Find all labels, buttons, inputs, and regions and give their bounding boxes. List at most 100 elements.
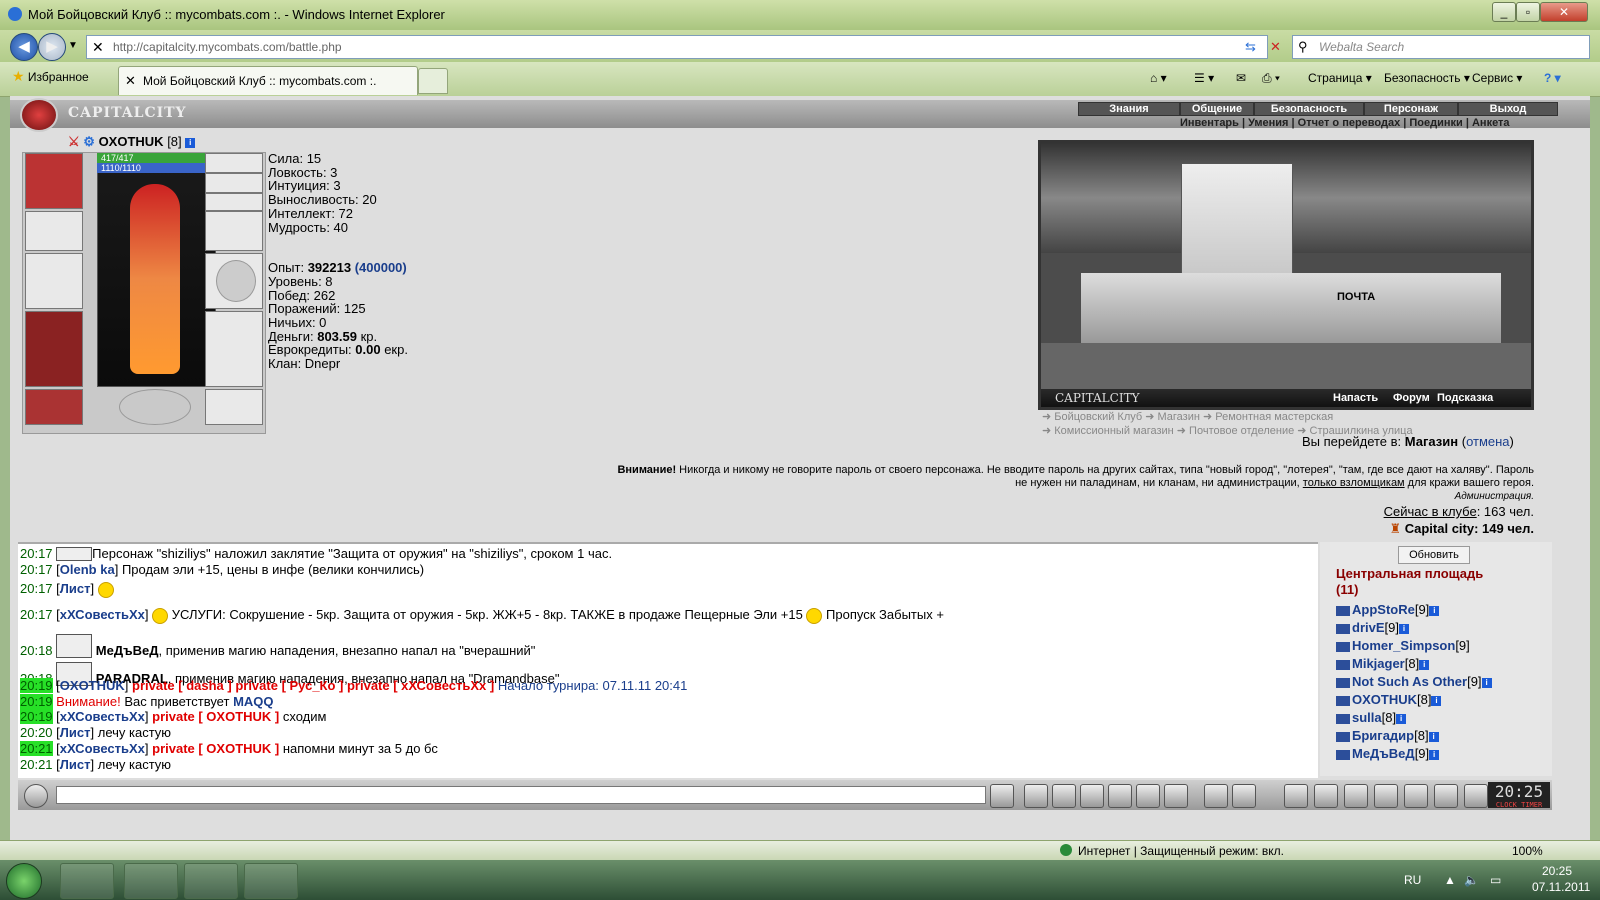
maximize-button[interactable]: ▫	[1516, 2, 1540, 22]
character-name[interactable]: ⚔ ⚙ OXOTHUK [8] i	[68, 134, 196, 150]
refresh-icon[interactable]: ⇆	[1245, 39, 1256, 55]
map-link-attack[interactable]: Напасть	[1333, 392, 1378, 404]
mail-icon[interactable]: ✉	[1236, 71, 1246, 85]
helmet-slot[interactable]	[25, 153, 83, 209]
translit-icon[interactable]	[1136, 784, 1160, 808]
club-online-link[interactable]: Сейчас в клубе	[1384, 504, 1477, 519]
feeds-icon[interactable]: ☰ ▾	[1194, 71, 1214, 85]
tab-active[interactable]: ✕ Мой Бойцовский Клуб :: mycombats.com :…	[118, 66, 418, 95]
action-icon-6[interactable]	[1434, 784, 1458, 808]
chat-mode-icon[interactable]	[24, 784, 48, 808]
help-icon[interactable]: ? ▾	[1544, 71, 1561, 85]
chat-input[interactable]	[56, 786, 986, 804]
hackers-link[interactable]: только взломщикам	[1303, 477, 1405, 489]
print-icon[interactable]: ⎙ ▾	[1262, 71, 1280, 86]
amulet-slot[interactable]	[205, 173, 263, 193]
network-icon[interactable]: ▭	[1490, 873, 1501, 887]
sound-icon[interactable]	[1164, 784, 1188, 808]
menu-security[interactable]: Безопасность	[1254, 102, 1364, 116]
tray-arrow-icon[interactable]: ▲	[1444, 873, 1456, 887]
window-titlebar[interactable]: Мой Бойцовский Клуб :: mycombats.com :. …	[0, 0, 1600, 31]
menu-character[interactable]: Персонаж	[1364, 102, 1458, 116]
boots-slot[interactable]	[205, 389, 263, 425]
action-icon-4[interactable]	[1374, 784, 1398, 808]
settings-icon[interactable]	[1232, 784, 1256, 808]
armor-slot[interactable]	[25, 311, 83, 387]
action-icon-1[interactable]	[1284, 784, 1308, 808]
stat-agility: Ловкость: 3	[268, 164, 338, 180]
taskbar-explorer[interactable]	[184, 863, 238, 899]
gloves-slot[interactable]	[205, 211, 263, 251]
belt-slot[interactable]	[25, 389, 83, 425]
home-icon[interactable]: ⌂ ▾	[1150, 71, 1167, 85]
menu-exit[interactable]: Выход	[1458, 102, 1558, 116]
action-icon-2[interactable]	[1314, 784, 1338, 808]
back-button[interactable]: ◀	[10, 33, 38, 61]
taskbar-media[interactable]	[124, 863, 178, 899]
user-item[interactable]: Homer_Simpson[9]	[1336, 638, 1470, 653]
security-zone[interactable]: Интернет | Защищенный режим: вкл.	[1078, 844, 1284, 858]
favorites-button[interactable]: ★ Избранное	[12, 68, 89, 85]
city-map[interactable]: ПОЧТА CAPITALCITY Напасть Форум Подсказк…	[1038, 140, 1534, 410]
run-icon[interactable]	[1108, 784, 1132, 808]
info-icon[interactable]: i	[185, 137, 196, 148]
search-input[interactable]: ⚲ Webalta Search	[1292, 35, 1590, 59]
security-menu[interactable]: Безопасность ▾	[1384, 71, 1470, 85]
user-item[interactable]: МеДъВеД[9] i	[1336, 746, 1440, 761]
taskbar-ie[interactable]	[60, 863, 114, 899]
refresh-button[interactable]: Обновить	[1398, 546, 1470, 564]
avatar-icon	[56, 547, 93, 561]
map-link-hint[interactable]: Подсказка	[1437, 392, 1493, 404]
stop-icon[interactable]: ✕	[1270, 39, 1281, 55]
send-icon[interactable]	[990, 784, 1014, 808]
volume-icon[interactable]: 🔈	[1464, 873, 1479, 887]
location-links-1[interactable]: ➜ Бойцовский Клуб ➜ Магазин ➜ Ремонтная …	[1042, 410, 1333, 423]
cancel-link[interactable]: отмена	[1466, 434, 1509, 449]
sub-menu[interactable]: Инвентарь | Умения | Отчет о переводах |…	[1180, 117, 1510, 129]
userlist-scrollbar[interactable]	[1540, 542, 1552, 776]
menu-knowledge[interactable]: Знания	[1078, 102, 1180, 116]
pants-slot[interactable]	[205, 311, 263, 387]
character-avatar[interactable]	[97, 153, 216, 387]
user-item[interactable]: OXOTHUK[8] i	[1336, 692, 1442, 707]
shield-slot[interactable]	[205, 253, 263, 309]
map-link-forum[interactable]: Форум	[1393, 392, 1430, 404]
action-icon-5[interactable]	[1404, 784, 1428, 808]
smiles-icon[interactable]	[1204, 784, 1228, 808]
user-item[interactable]: drivE[9] i	[1336, 620, 1409, 635]
close-button[interactable]: ✕	[1540, 2, 1588, 22]
rings-slot[interactable]	[205, 193, 263, 211]
chat-scrollbar[interactable]	[1320, 542, 1330, 776]
stat-money: Деньги: 803.59 кр.	[268, 328, 378, 344]
exit-icon[interactable]	[1464, 784, 1488, 808]
service-menu[interactable]: Сервис ▾	[1472, 71, 1522, 85]
forward-button[interactable]: ▶	[38, 33, 66, 61]
menu-communication[interactable]: Общение	[1180, 102, 1254, 116]
user-item[interactable]: sulla[8] i	[1336, 710, 1407, 725]
tray-date[interactable]: 07.11.2011	[1532, 880, 1590, 894]
recent-pages-dropdown[interactable]: ▼	[68, 40, 78, 51]
bracers-slot[interactable]	[25, 211, 83, 251]
new-tab-button[interactable]	[418, 68, 448, 94]
save-icon[interactable]	[1080, 784, 1104, 808]
clear-icon[interactable]	[1024, 784, 1048, 808]
user-item[interactable]: AppStoRe[9] i	[1336, 602, 1440, 617]
language-indicator[interactable]: RU	[1404, 873, 1421, 887]
start-button[interactable]	[6, 863, 42, 899]
address-input[interactable]: ✕ http://capitalcity.mycombats.com/battl…	[86, 35, 1268, 59]
chat-line: 20:19 [OXOTHUK] private [ dasha ] privat…	[20, 678, 688, 693]
zoom-level[interactable]: 100%	[1512, 844, 1543, 858]
action-icon-3[interactable]	[1344, 784, 1368, 808]
minimize-button[interactable]: _	[1492, 2, 1516, 22]
user-item[interactable]: Mikjager[8] i	[1336, 656, 1430, 671]
taskbar-mail[interactable]	[244, 863, 298, 899]
page-menu[interactable]: Страница ▾	[1308, 71, 1372, 85]
earrings-slot[interactable]	[205, 153, 263, 173]
user-item[interactable]: Бригадир[8] i	[1336, 728, 1439, 743]
filter-icon[interactable]	[1052, 784, 1076, 808]
chat-log[interactable]: 20:17 Персонаж "shiziliys" наложил закля…	[18, 542, 1318, 778]
weapon-slot[interactable]	[25, 253, 83, 309]
tray-time[interactable]: 20:25	[1542, 864, 1572, 878]
page-icon: ✕	[92, 39, 104, 55]
user-item[interactable]: Not Such As Other[9] i	[1336, 674, 1492, 689]
